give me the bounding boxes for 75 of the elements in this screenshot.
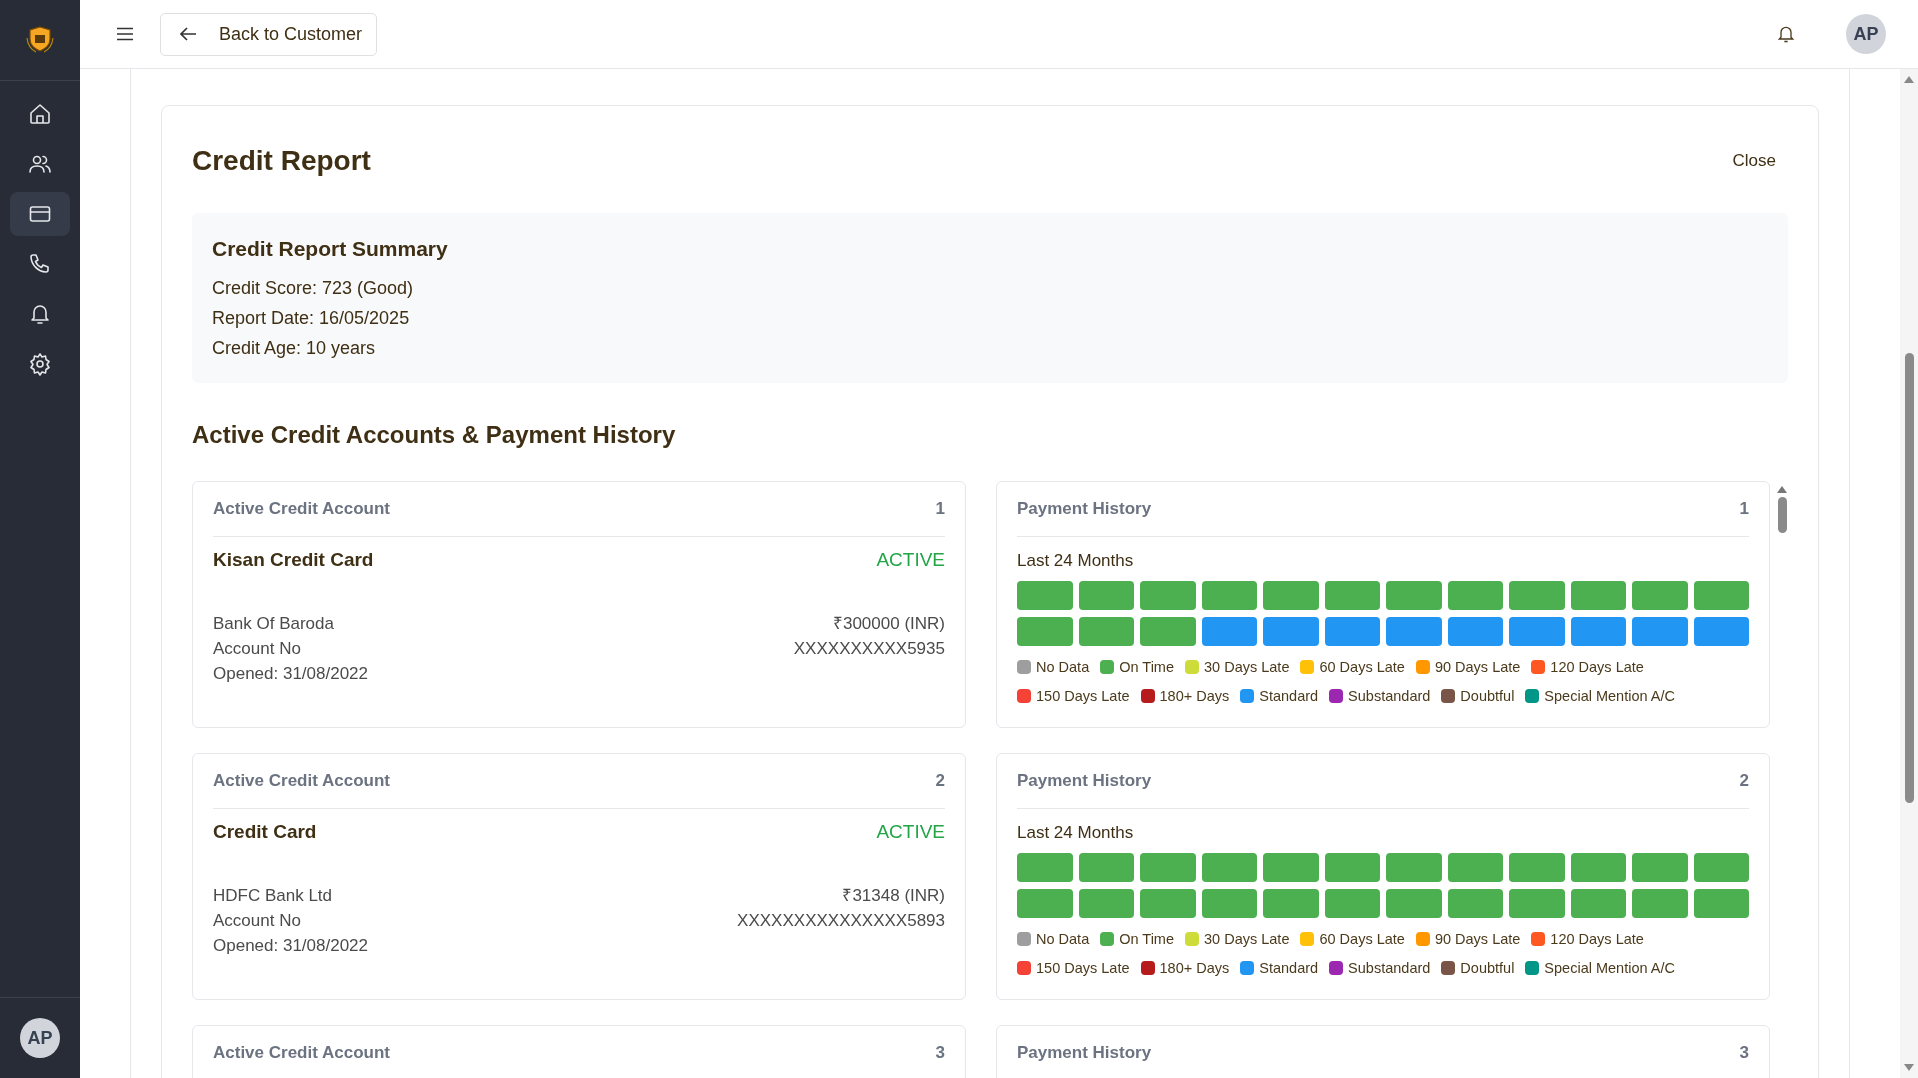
legend-label: Standard (1259, 960, 1319, 976)
legend-label: 60 Days Late (1319, 659, 1405, 675)
legend-label: Substandard (1348, 960, 1431, 976)
scroll-down-icon[interactable] (1904, 1064, 1914, 1072)
legend-label: Special Mention A/C (1544, 688, 1675, 704)
account-number: XXXXXXXXXXXXXXX5893 (737, 910, 945, 932)
card-number: 1 (1739, 499, 1749, 519)
card-label: Active Credit Account (213, 1043, 390, 1063)
back-button[interactable]: Back to Customer (160, 12, 378, 56)
legend-label: 30 Days Late (1204, 659, 1290, 675)
opened-date: Opened: 31/08/2022 (213, 663, 369, 685)
summary-line: Credit Score: 723 (Good) (212, 277, 415, 300)
card-number: 2 (1739, 771, 1749, 791)
scroll-thumb[interactable] (1904, 353, 1914, 803)
report-title: Credit Report (192, 144, 371, 177)
legend-label: No Data (1036, 931, 1090, 947)
account-number: XXXXXXXXXX5935 (793, 638, 945, 660)
legend-label: 120 Days Late (1550, 659, 1644, 675)
bell-icon (28, 302, 52, 326)
card-number: 3 (935, 1043, 945, 1063)
scroll-up-icon[interactable] (1777, 485, 1787, 493)
back-arrow-icon (179, 26, 197, 42)
opened-date: Opened: 31/08/2022 (213, 935, 369, 957)
account-status: ACTIVE (876, 821, 945, 843)
legend-label: Substandard (1348, 688, 1431, 704)
card-number: 2 (935, 771, 945, 791)
menu-icon[interactable] (116, 27, 134, 41)
account-amount: ₹31348 (INR) (842, 885, 945, 907)
legend-label: No Data (1036, 659, 1090, 675)
account-label: Account No (213, 638, 301, 660)
settings-icon (28, 352, 52, 376)
account-name: Kisan Credit Card (213, 549, 374, 571)
legend-label: 150 Days Late (1036, 688, 1130, 704)
legend-label: On Time (1119, 659, 1174, 675)
user-avatar[interactable]: AP (1846, 14, 1886, 54)
home-icon (28, 102, 52, 126)
legend-label: 60 Days Late (1319, 931, 1405, 947)
card-label: Active Credit Account (213, 771, 390, 791)
account-name: Credit Card (213, 821, 317, 843)
legend-label: Doubtful (1460, 960, 1515, 976)
scrollbar-track[interactable] (1900, 69, 1918, 1078)
legend-label: On Time (1119, 931, 1174, 947)
card-number: 3 (1739, 1043, 1749, 1063)
bank-name: Bank Of Baroda (213, 613, 334, 635)
summary-line: Credit Age: 10 years (212, 337, 377, 360)
period-label: Last 24 Months (1017, 823, 1135, 843)
bank-name: HDFC Bank Ltd (213, 885, 333, 907)
card-number: 1 (935, 499, 945, 519)
close-button[interactable]: Close (1720, 150, 1788, 171)
legend-label: Standard (1259, 688, 1319, 704)
scroll-up-icon[interactable] (1904, 75, 1914, 83)
legend-label: 90 Days Late (1434, 931, 1521, 947)
account-amount: ₹300000 (INR) (832, 613, 945, 635)
sidebar-item[interactable] (10, 192, 70, 236)
legend-label: 90 Days Late (1434, 659, 1521, 675)
account-label: Account No (213, 910, 301, 932)
phone-icon (28, 252, 52, 276)
summary-line: Report Date: 16/05/2025 (212, 307, 411, 330)
summary-title: Credit Report Summary (212, 237, 449, 261)
card-label: Payment History (1017, 499, 1152, 519)
legend-label: Doubtful (1460, 688, 1515, 704)
legend-label: 120 Days Late (1550, 931, 1644, 947)
scroll-thumb[interactable] (1777, 497, 1787, 533)
legend-label: 180+ Days (1159, 960, 1230, 976)
legend-label: 180+ Days (1159, 688, 1230, 704)
account-status: ACTIVE (876, 549, 945, 571)
section-title: Active Credit Accounts & Payment History (192, 421, 677, 449)
card-label: Payment History (1017, 1043, 1152, 1063)
user-avatar[interactable]: AP (20, 1018, 60, 1058)
legend-label: Special Mention A/C (1544, 960, 1675, 976)
card-label: Active Credit Account (213, 499, 390, 519)
period-label: Last 24 Months (1017, 551, 1135, 571)
legend-label: 150 Days Late (1036, 960, 1130, 976)
card-label: Payment History (1017, 771, 1152, 791)
legend-label: 30 Days Late (1204, 931, 1290, 947)
